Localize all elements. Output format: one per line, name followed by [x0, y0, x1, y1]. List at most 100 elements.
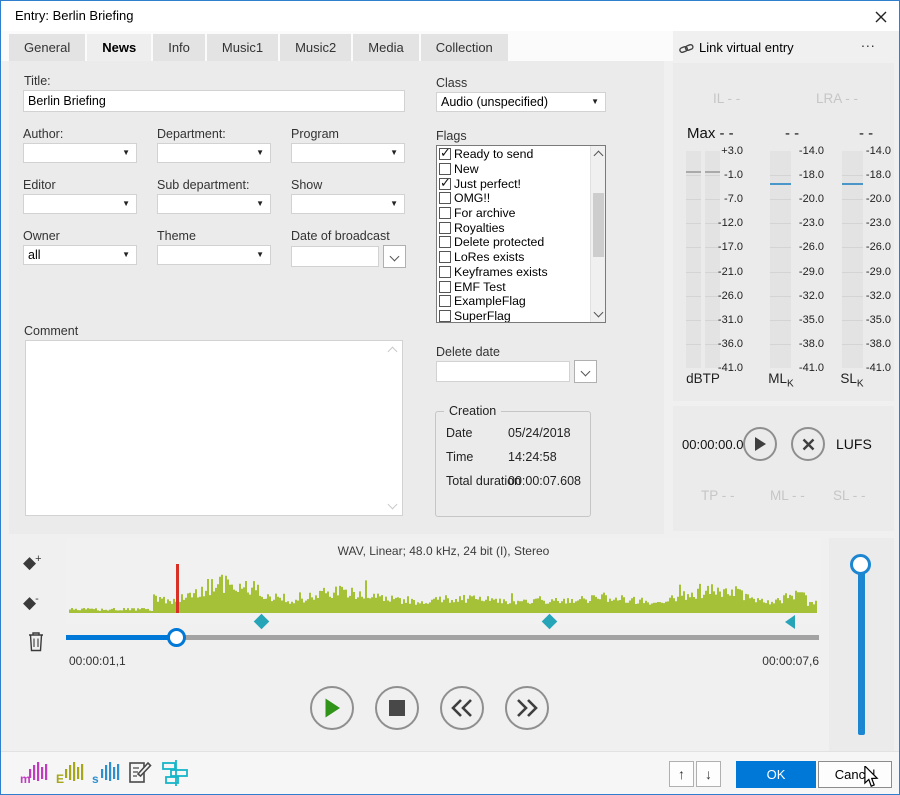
flag-item-keyframes-exists[interactable]: Keyframes exists	[438, 265, 605, 280]
wave-e-icon[interactable]: E	[55, 759, 85, 792]
creation-row-label: Date	[446, 426, 472, 440]
scale-tick: -23.0	[799, 217, 824, 229]
forward-button[interactable]	[505, 686, 549, 730]
combo-owner[interactable]: all▼	[23, 245, 137, 265]
scroll-up-icon[interactable]	[594, 151, 604, 161]
wave-s-icon[interactable]: s	[91, 759, 121, 792]
checkbox-unchecked[interactable]	[439, 222, 451, 234]
checkbox-unchecked[interactable]	[439, 163, 451, 175]
link-virtual-entry-label[interactable]: Link virtual entry	[699, 40, 794, 55]
play-button[interactable]	[310, 686, 354, 730]
flag-item-royalties[interactable]: Royalties	[438, 220, 605, 235]
volume-slider-track[interactable]	[858, 568, 865, 735]
multitrack-icon[interactable]	[161, 759, 191, 792]
combo-department[interactable]: ▼	[157, 143, 271, 163]
flag-item-exampleflag[interactable]: ExampleFlag	[438, 294, 605, 309]
move-down-button[interactable]: ↓	[696, 761, 721, 787]
slk-meter-bar	[842, 151, 863, 368]
scale-tick: -1.0	[724, 169, 743, 181]
seek-slider-thumb[interactable]	[167, 628, 186, 647]
marker-triangle-icon[interactable]	[785, 615, 795, 629]
measure-cancel-button[interactable]	[791, 427, 825, 461]
ok-button[interactable]: OK	[736, 761, 816, 788]
edit-document-icon[interactable]	[127, 759, 153, 792]
field-label: Author:	[23, 127, 137, 143]
flag-label: Just perfect!	[454, 177, 521, 191]
add-marker-button[interactable]: ◆+	[23, 554, 42, 571]
move-up-button[interactable]: ↑	[669, 761, 694, 787]
checkbox-unchecked[interactable]	[439, 310, 451, 322]
field-grid: Author:▼Department:▼Program▼Editor▼Sub d…	[23, 127, 407, 269]
combo-editor[interactable]: ▼	[23, 194, 137, 214]
checkbox-unchecked[interactable]	[439, 251, 451, 263]
combo-author[interactable]: ▼	[23, 143, 137, 163]
checkbox-unchecked[interactable]	[439, 207, 451, 219]
delete-date-picker-button[interactable]	[574, 360, 597, 383]
loudness-meters-panel: IL - - LRA - - Max - - - - - - +3.0-1.0-…	[673, 63, 894, 401]
flag-item-superflag[interactable]: SuperFlag	[438, 309, 605, 323]
date-of-broadcast-picker-button[interactable]	[383, 245, 406, 268]
flag-item-emf-test[interactable]: EMF Test	[438, 279, 605, 294]
flag-item-lores-exists[interactable]: LoRes exists	[438, 250, 605, 265]
flag-item-for-archive[interactable]: For archive	[438, 206, 605, 221]
tab-general[interactable]: General	[9, 34, 85, 61]
flag-label: Delete protected	[454, 235, 544, 249]
combo-sub-department[interactable]: ▼	[157, 194, 271, 214]
trash-icon[interactable]	[27, 630, 45, 657]
tab-info[interactable]: Info	[153, 34, 205, 61]
more-options-button[interactable]: ...	[861, 34, 876, 50]
combo-theme[interactable]: ▼	[157, 245, 271, 265]
checkbox-unchecked[interactable]	[439, 295, 451, 307]
checkbox-checked[interactable]: ✓	[439, 148, 451, 160]
delete-date-input[interactable]	[436, 361, 570, 382]
field-label: Owner	[23, 229, 137, 245]
flag-item-omg[interactable]: OMG!!	[438, 191, 605, 206]
scale-tick: -38.0	[799, 338, 824, 350]
field-label: Department:	[157, 127, 271, 143]
tab-news[interactable]: News	[87, 34, 151, 61]
flag-label: Ready to send	[454, 147, 533, 161]
scroll-down-icon[interactable]	[594, 308, 604, 318]
checkbox-unchecked[interactable]	[439, 192, 451, 204]
date-of-broadcast-input[interactable]	[291, 246, 379, 267]
cancel-button[interactable]: Cancel	[818, 761, 892, 788]
field-owner: Ownerall▼	[23, 229, 137, 269]
flag-item-ready-to-send[interactable]: ✓Ready to send	[438, 147, 605, 162]
rewind-button[interactable]	[440, 686, 484, 730]
dropdown-arrow-icon: ▼	[256, 200, 264, 208]
stop-button[interactable]	[375, 686, 419, 730]
tab-collection[interactable]: Collection	[421, 34, 508, 61]
playback-cursor[interactable]	[176, 564, 179, 613]
mlk-scale: -14.0-18.0-20.0-23.0-26.0-29.0-32.0-35.0…	[796, 151, 824, 368]
delete-date-label: Delete date	[436, 345, 500, 361]
tab-music1[interactable]: Music1	[207, 34, 278, 61]
marker-diamond-icon[interactable]	[254, 614, 270, 630]
tab-media[interactable]: Media	[353, 34, 418, 61]
marker-diamond-icon[interactable]	[542, 614, 558, 630]
flag-label: EMF Test	[454, 280, 506, 294]
checkbox-unchecked[interactable]	[439, 266, 451, 278]
combo-show[interactable]: ▼	[291, 194, 405, 214]
checkbox-unchecked[interactable]	[439, 281, 451, 293]
flag-item-just-perfect[interactable]: ✓Just perfect!	[438, 176, 605, 191]
combo-program[interactable]: ▼	[291, 143, 405, 163]
class-combo[interactable]: Audio (unspecified) ▼	[436, 92, 606, 112]
checkbox-unchecked[interactable]	[439, 236, 451, 248]
flags-list[interactable]: ✓Ready to sendNew✓Just perfect!OMG!!For …	[436, 145, 606, 323]
checkbox-checked[interactable]: ✓	[439, 178, 451, 190]
field-label: Show	[291, 178, 405, 194]
scrollbar-thumb[interactable]	[593, 193, 604, 257]
remove-marker-button[interactable]: ◆-	[23, 594, 39, 611]
close-icon[interactable]	[873, 9, 889, 25]
volume-slider-thumb[interactable]	[850, 554, 871, 575]
title-input[interactable]	[23, 90, 405, 112]
comment-textarea[interactable]	[25, 340, 403, 516]
flags-scrollbar[interactable]	[590, 146, 605, 322]
scale-tick: +3.0	[721, 145, 743, 157]
field-label: Editor	[23, 178, 137, 194]
measure-play-button[interactable]	[743, 427, 777, 461]
tab-music2[interactable]: Music2	[280, 34, 351, 61]
flag-item-delete-protected[interactable]: Delete protected	[438, 235, 605, 250]
wave-m-icon[interactable]: m	[19, 759, 49, 792]
flag-item-new[interactable]: New	[438, 162, 605, 177]
